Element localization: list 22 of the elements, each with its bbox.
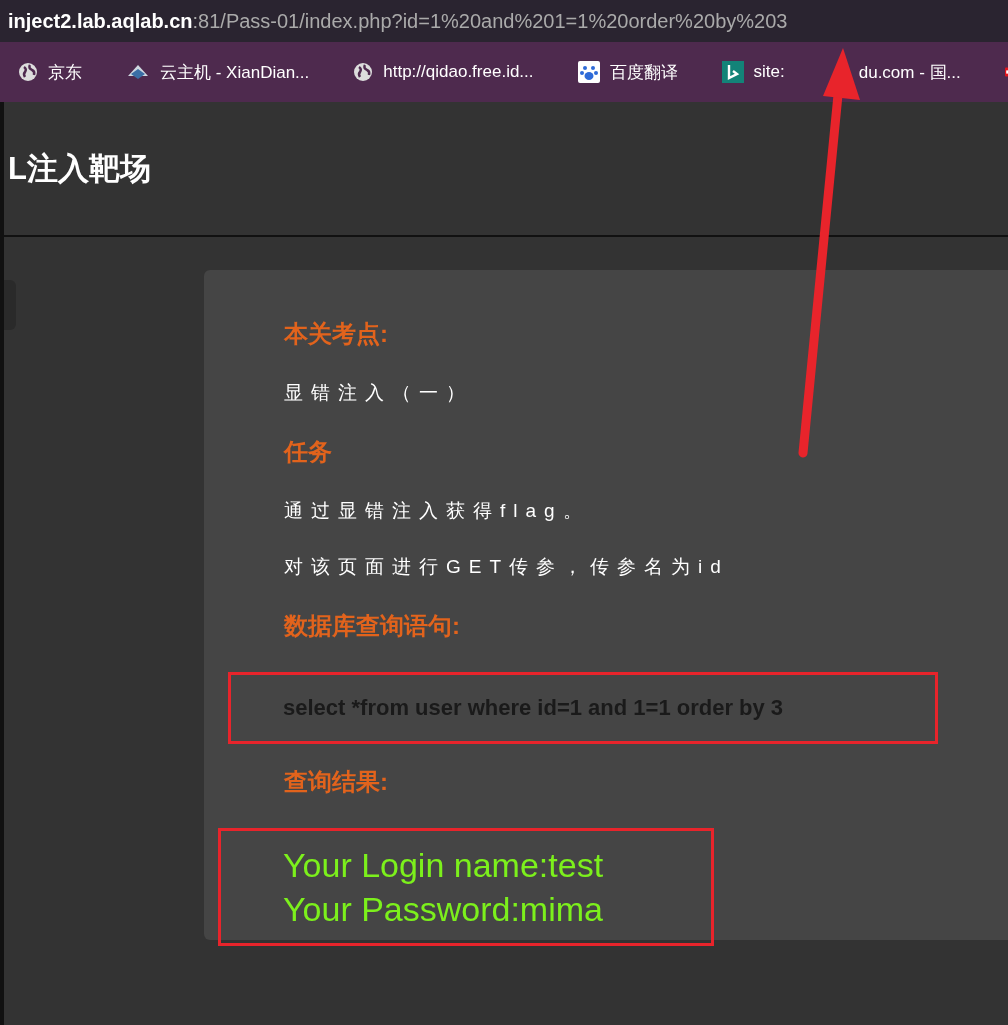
letter-b-icon	[721, 61, 744, 83]
section-heading: 数据库查询语句:	[284, 611, 461, 641]
description-text: 通过显错注入获得flag。	[284, 499, 591, 523]
page-title: L注入靶场	[8, 149, 151, 188]
result-line: Your Login name:test	[283, 845, 605, 886]
bookmark[interactable]: 京东	[18, 60, 82, 84]
sidebar-panel	[4, 280, 16, 330]
description-text: 显错注入（一）	[284, 381, 474, 405]
url-text: inject2.lab.aqlab.cn:81/Pass-01/index.php?id=1%20and%201=1%20order%20by%203	[8, 9, 788, 33]
description-text: 对该页面进行GET传参，传参名为id	[284, 555, 730, 579]
globe-icon	[353, 62, 374, 82]
bookmark[interactable]: 云主机 - XianDian...	[126, 60, 310, 84]
paw-icon	[577, 61, 600, 83]
address-bar[interactable]: inject2.lab.aqlab.cn:81/Pass-01/index.php?id=1%20and%201=1%20order%20by%203	[0, 0, 1008, 42]
result-line: Your Password:mima	[283, 889, 604, 930]
bookmark[interactable]: 百度翻译	[577, 60, 678, 84]
section-heading: 本关考点:	[284, 319, 389, 349]
section-heading: 任务	[284, 437, 333, 467]
globe-icon	[18, 62, 38, 82]
section-heading: 查询结果:	[284, 767, 389, 797]
bookmark[interactable]: site: du.com - 国...	[721, 60, 961, 84]
bookmark[interactable]: http://qidao.free.id...	[353, 62, 534, 82]
